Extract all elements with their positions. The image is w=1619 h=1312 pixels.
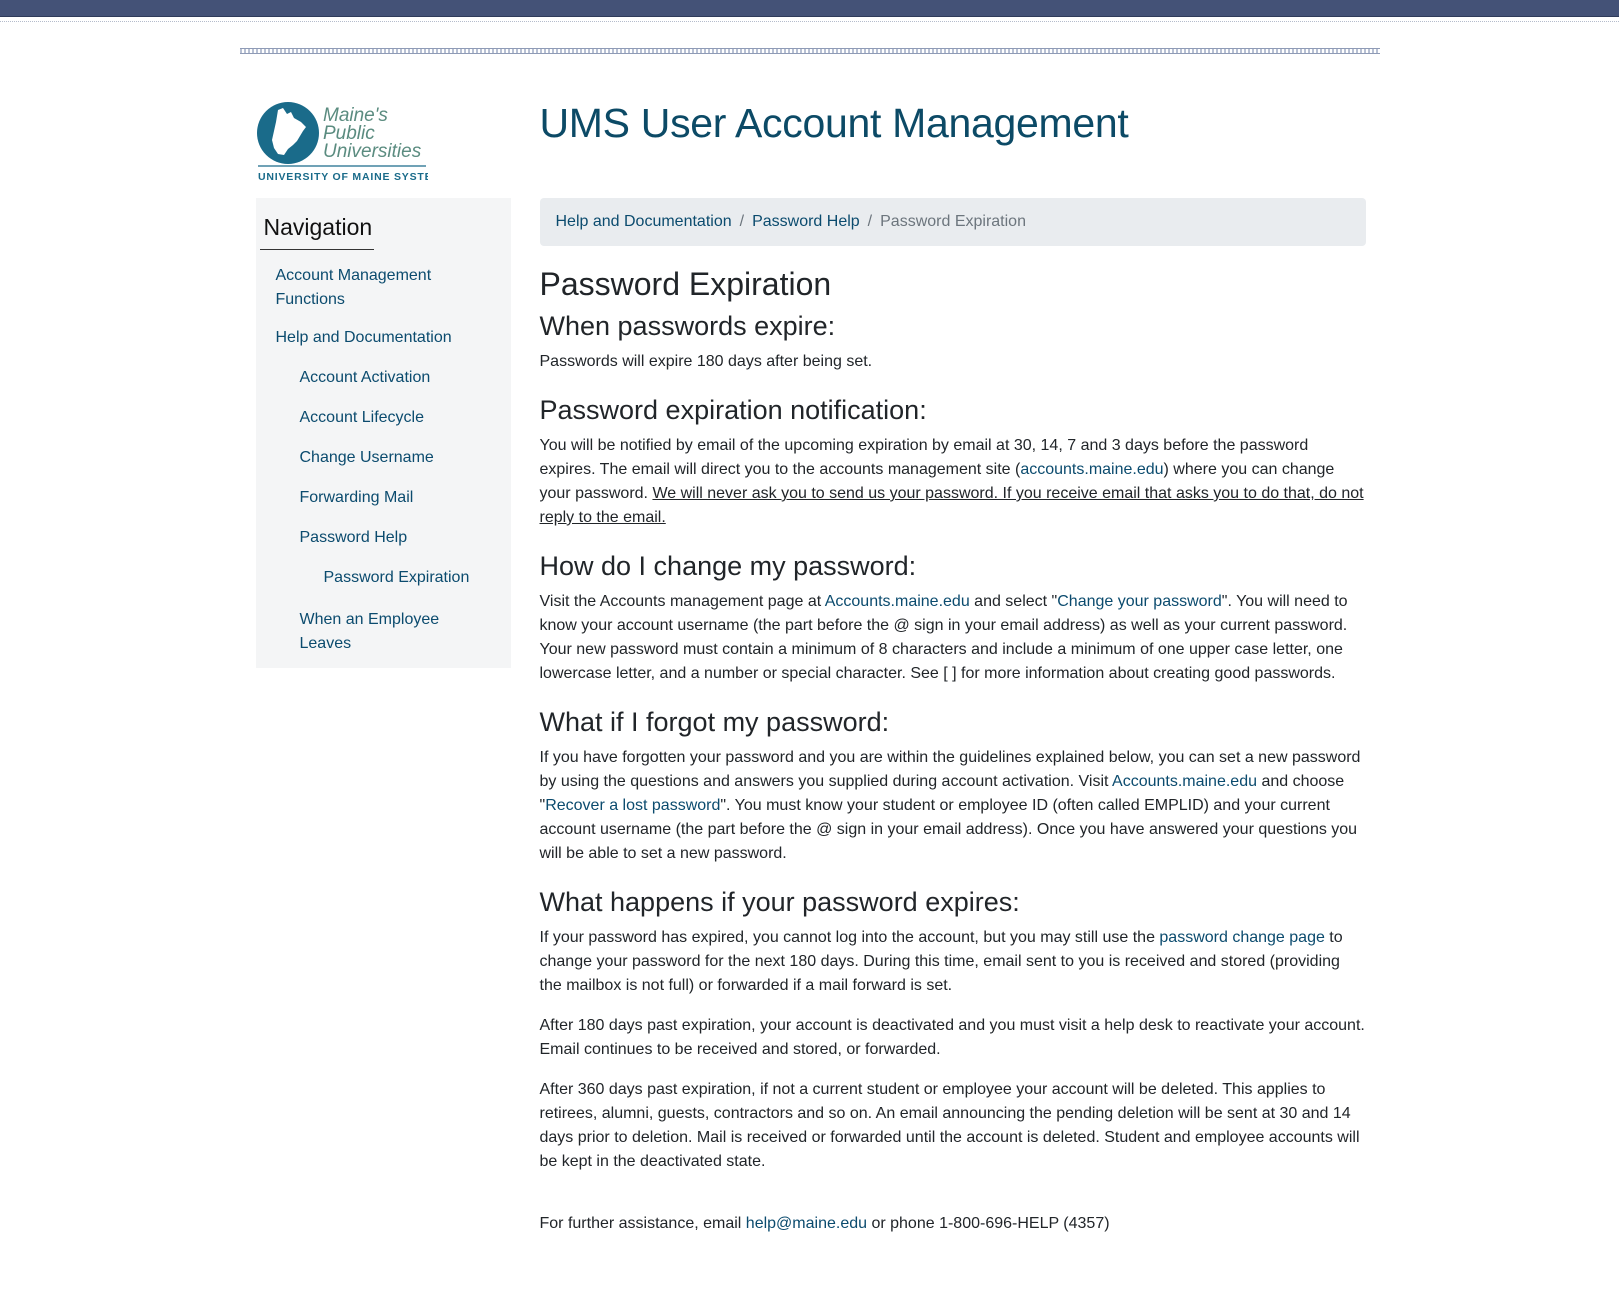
text-span: If your password has expired, you cannot…	[539, 929, 1160, 946]
accounts-link[interactable]: accounts.maine.edu	[1020, 461, 1163, 478]
section-text-when-passwords-expire: Passwords will expire 180 days after bei…	[540, 350, 1366, 374]
section-text-password-expires: If your password has expired, you cannot…	[540, 926, 1366, 998]
app-title: UMS User Account Management	[539, 100, 1129, 146]
section-text-change-password: Visit the Accounts management page at Ac…	[540, 590, 1366, 686]
section-heading-forgot-password: What if I forgot my password:	[539, 707, 890, 737]
logo-tagline: UNIVERSITY OF MAINE SYSTEM	[258, 171, 428, 183]
section-text-expiration-notification: You will be notified by email of the upc…	[540, 434, 1366, 530]
sidebar-item-account-management-functions[interactable]: Account Management Functions	[276, 264, 476, 312]
section-heading-password-expires: What happens if your password expires:	[539, 887, 1020, 917]
page-title: Password Expiration	[539, 266, 832, 302]
help-email-link[interactable]: help@maine.edu	[746, 1215, 867, 1232]
breadcrumb-separator: /	[739, 213, 745, 230]
header-rule	[239, 48, 1380, 54]
breadcrumb-password-help[interactable]: Password Help	[752, 213, 860, 231]
section-heading-expiration-notification: Password expiration notification:	[539, 395, 927, 425]
section-text-deletion: After 360 days past expiration, if not a…	[539, 1081, 1360, 1170]
sidebar-item-forwarding-mail[interactable]: Forwarding Mail	[300, 486, 490, 510]
accounts-link[interactable]: Accounts.maine.edu	[1112, 773, 1257, 790]
recover-password-link[interactable]: Recover a lost password	[545, 797, 720, 814]
sidebar-item-change-username[interactable]: Change Username	[300, 446, 490, 470]
sidebar-item-account-activation[interactable]: Account Activation	[300, 366, 490, 390]
top-bar	[0, 0, 1619, 17]
sidebar-navigation: Navigation Account Management Functions …	[255, 198, 511, 668]
change-password-link[interactable]: Change your password	[1057, 593, 1222, 610]
text-span: Visit the Accounts management page at	[539, 593, 825, 610]
sidebar-item-when-an-employee-leaves[interactable]: When an Employee Leaves	[300, 608, 490, 656]
breadcrumb-current-page: Password Expiration	[880, 213, 1026, 230]
breadcrumb: Help and Documentation / Password Help /…	[539, 198, 1366, 246]
maine-map-icon: Maine's Public Universities UNIVERSITY O…	[256, 102, 428, 183]
footer-assistance: For further assistance, email help@maine…	[540, 1212, 1366, 1236]
sidebar-item-password-expiration[interactable]: Password Expiration	[324, 566, 504, 590]
text-span: For further assistance, email	[539, 1215, 746, 1232]
password-change-page-link[interactable]: password change page	[1159, 929, 1324, 946]
sidebar-heading: Navigation	[263, 214, 373, 240]
security-warning-text: We will never ask you to send us your pa…	[539, 485, 1364, 526]
section-text-deactivation: After 180 days past expiration, your acc…	[539, 1017, 1365, 1058]
accounts-link[interactable]: Accounts.maine.edu	[825, 593, 970, 610]
section-heading-change-password: How do I change my password:	[539, 551, 917, 581]
sidebar-item-account-lifecycle[interactable]: Account Lifecycle	[300, 406, 490, 430]
main-content: Help and Documentation / Password Help /…	[539, 198, 1366, 1236]
logo-line3: Universities	[323, 141, 422, 162]
section-heading-when-passwords-expire: When passwords expire:	[539, 311, 836, 341]
sidebar-item-password-help[interactable]: Password Help	[300, 526, 490, 550]
text-span: or phone 1-800-696-HELP (4357)	[867, 1215, 1110, 1232]
breadcrumb-separator: /	[867, 213, 873, 230]
section-text-forgot-password: If you have forgotten your password and …	[540, 746, 1366, 866]
ums-logo[interactable]: Maine's Public Universities UNIVERSITY O…	[256, 100, 428, 184]
text-span: and select "	[969, 593, 1058, 610]
breadcrumb-help-and-documentation[interactable]: Help and Documentation	[556, 213, 732, 231]
sidebar-item-help-and-documentation[interactable]: Help and Documentation	[276, 326, 476, 350]
text-span: Passwords will expire 180 days after bei…	[539, 353, 873, 370]
sidebar-heading-rule	[259, 249, 374, 250]
page-container: Maine's Public Universities UNIVERSITY O…	[239, 22, 1380, 1232]
